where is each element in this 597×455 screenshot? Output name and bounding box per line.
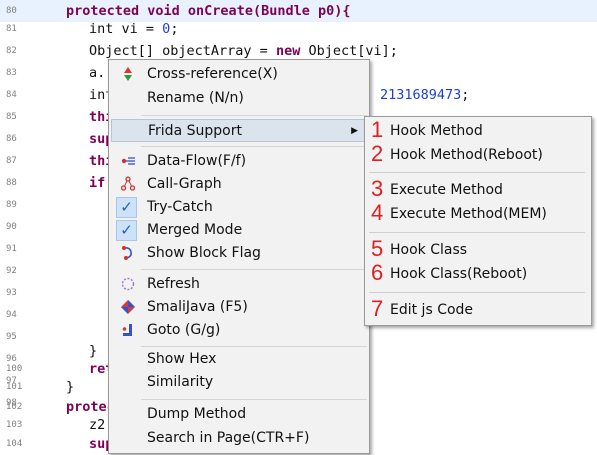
submenu-item-hook-method-reboot[interactable]: 2 Hook Method(Reboot) [369, 141, 587, 167]
line-number: 92 [6, 266, 17, 276]
goto-icon [119, 322, 137, 340]
menu-item-show-hex[interactable]: Show Hex [111, 348, 367, 371]
menu-item-rename[interactable]: Rename (N/n) [111, 87, 367, 110]
menu-separator [141, 399, 367, 400]
menu-item-call-graph[interactable]: Call-Graph [111, 173, 367, 196]
submenu-item-hook-class[interactable]: 5 Hook Class [369, 236, 587, 262]
menu-item-dump-method[interactable]: Dump Method [111, 403, 367, 426]
code-text-visible-right: 2131689473; [380, 87, 470, 103]
submenu-item-edit-js-code[interactable]: 7 Edit js Code [369, 296, 587, 322]
submenu-item-hook-class-reboot[interactable]: 6 Hook Class(Reboot) [369, 260, 587, 286]
line-number: 90 [6, 222, 17, 232]
submenu-item-execute-method-mem[interactable]: 4 Execute Method(MEM) [369, 200, 587, 226]
refresh-icon [119, 276, 137, 294]
line-number: 82 [6, 46, 17, 56]
line-number: 89 [6, 200, 17, 210]
code-text: int vi = 0; [89, 21, 179, 37]
menu-item-show-block-flag[interactable]: Show Block Flag [111, 242, 367, 265]
code-text: a. [89, 65, 106, 81]
line-number: 85 [6, 112, 17, 122]
data-flow-icon [119, 153, 137, 171]
block-flag-icon [119, 245, 137, 263]
code-text: if [89, 175, 106, 191]
code-line: 81 int vi = 0; [0, 18, 597, 40]
line-number: 93 [6, 288, 17, 298]
smali-java-icon [119, 299, 137, 317]
menu-item-smalijava[interactable]: SmaliJava (F5) [111, 296, 367, 319]
annotation-number: 2 [371, 141, 384, 166]
menu-item-try-catch[interactable]: ✓ Try-Catch [111, 196, 367, 219]
submenu-arrow-icon: ▶ [351, 126, 358, 136]
line-number: 91 [6, 244, 17, 254]
line-number: 101 [6, 382, 23, 392]
annotation-number: 6 [371, 260, 384, 285]
line-number: 83 [6, 68, 17, 78]
submenu-separator [369, 292, 585, 293]
line-number: 84 [6, 90, 17, 100]
frida-submenu: 1 Hook Method 2 Hook Method(Reboot) 3 Ex… [364, 116, 592, 326]
menu-item-similarity[interactable]: Similarity [111, 371, 367, 394]
menu-separator [141, 346, 367, 347]
line-number: 104 [6, 439, 23, 449]
annotation-number: 7 [371, 296, 384, 321]
menu-item-merged-mode[interactable]: ✓ Merged Mode [111, 219, 367, 242]
checkmark-icon: ✓ [116, 197, 137, 218]
code-text: } [66, 379, 75, 395]
menu-separator [141, 269, 367, 270]
submenu-separator [369, 172, 585, 173]
line-number: 87 [6, 156, 17, 166]
menu-item-cross-reference[interactable]: Cross-reference(X) [111, 63, 367, 86]
cross-reference-icon [119, 66, 137, 84]
submenu-item-hook-method[interactable]: 1 Hook Method [369, 117, 587, 143]
line-number: 94 [6, 310, 17, 320]
submenu-separator [369, 232, 585, 233]
menu-item-goto[interactable]: Goto (G/g) [111, 319, 367, 342]
submenu-item-execute-method[interactable]: 3 Execute Method [369, 176, 587, 202]
line-number: 88 [6, 178, 17, 188]
menu-item-search-in-page[interactable]: Search in Page(CTR+F) [111, 427, 367, 450]
menu-separator [141, 115, 367, 116]
menu-separator [141, 146, 367, 147]
annotation-number: 4 [371, 200, 384, 225]
menu-item-data-flow[interactable]: Data-Flow(F/f) [111, 150, 367, 173]
context-menu: Cross-reference(X) Rename (N/n) Frida Su… [108, 59, 370, 454]
checkmark-icon: ✓ [116, 220, 137, 241]
line-number: 86 [6, 134, 17, 144]
menu-item-refresh[interactable]: Refresh [111, 273, 367, 296]
call-graph-icon [119, 176, 137, 194]
menu-item-frida-support[interactable]: Frida Support ▶ [111, 119, 367, 142]
line-number: 81 [6, 24, 17, 34]
